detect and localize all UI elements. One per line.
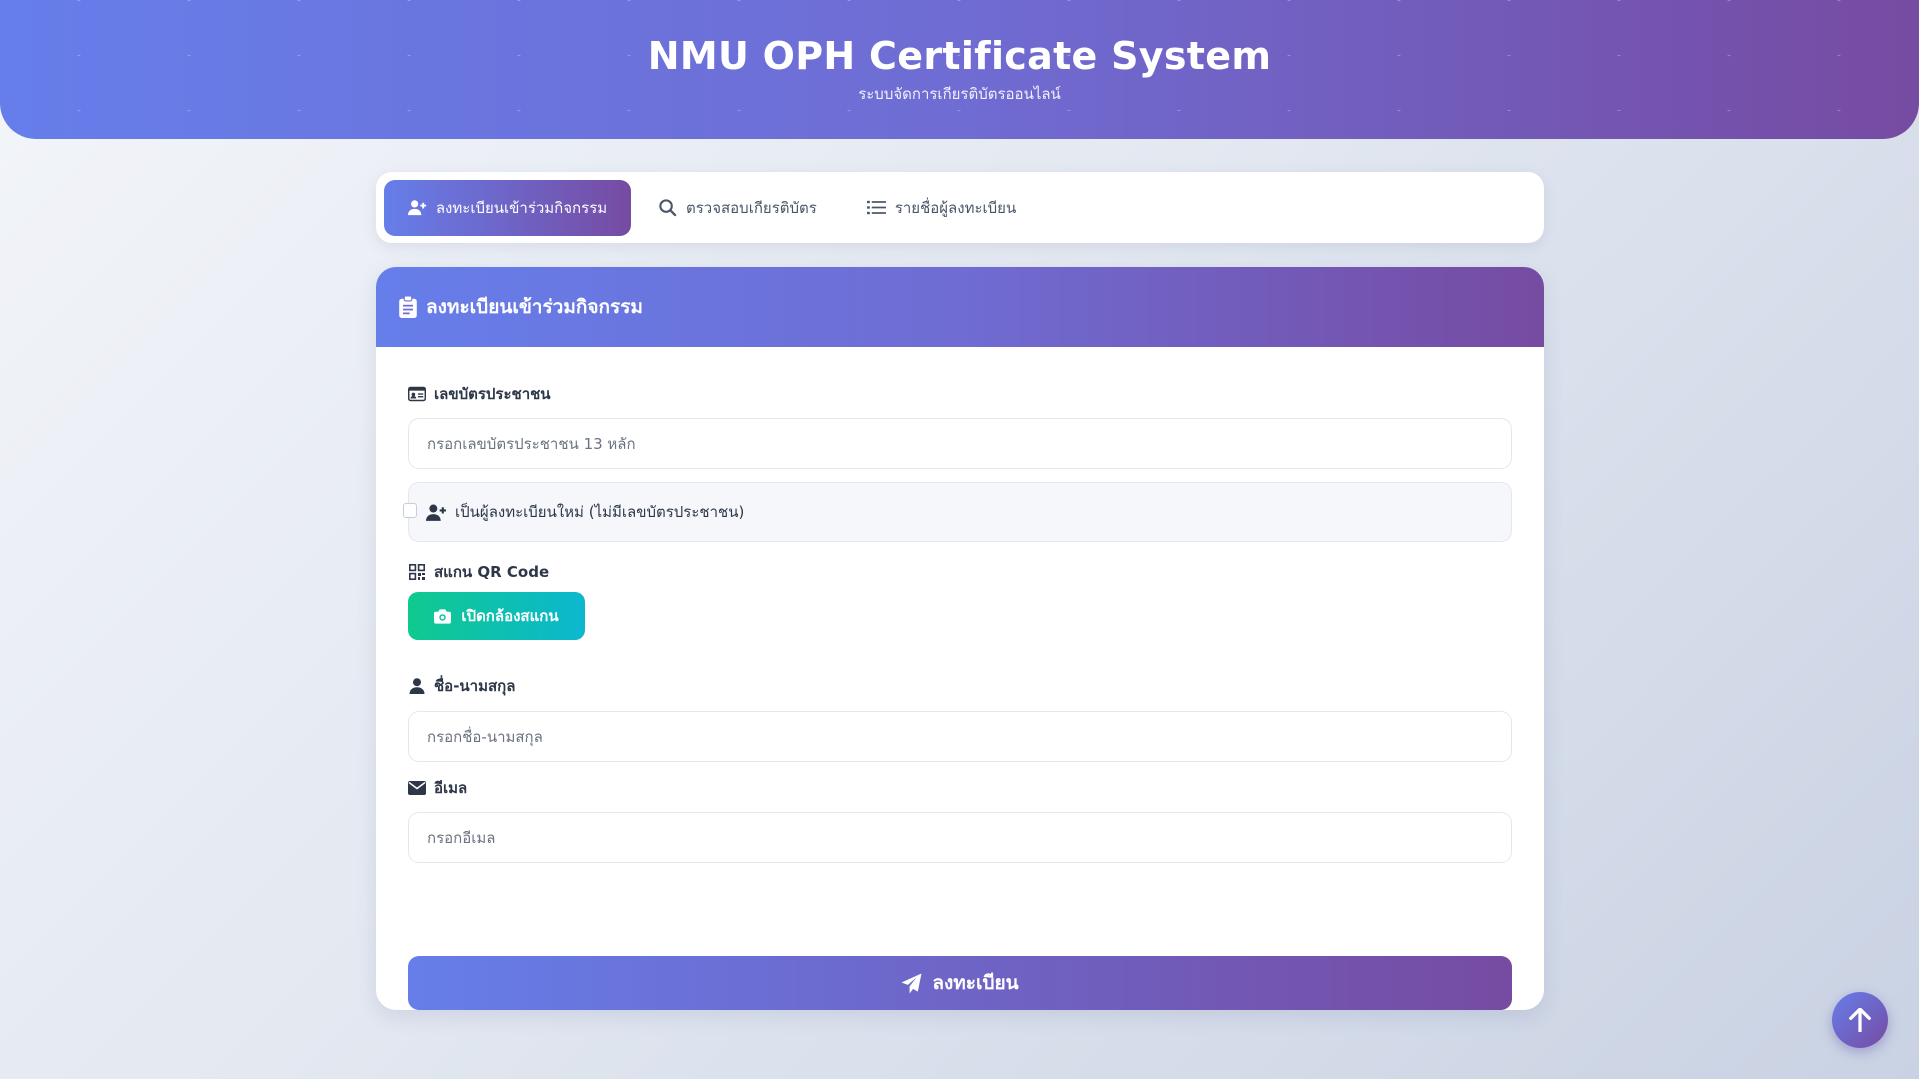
- tab-check-certificate[interactable]: ตรวจสอบเกียรติบัตร: [635, 180, 840, 236]
- card-header: ลงทะเบียนเข้าร่วมกิจกรรม: [376, 267, 1544, 347]
- id-card-icon: [408, 386, 426, 402]
- qr-label: สแกน QR Code: [408, 560, 549, 584]
- id-card-label: เลขบัตรประชาชน: [408, 382, 551, 406]
- registration-card: ลงทะเบียนเข้าร่วมกิจกรรม เลขบัตรประชาชน …: [376, 267, 1544, 1010]
- register-submit-button[interactable]: ลงทะเบียน: [408, 956, 1512, 1010]
- camera-icon: [434, 608, 452, 624]
- new-registrant-option[interactable]: เป็นผู้ลงทะเบียนใหม่ (ไม่มีเลขบัตรประชาช…: [403, 482, 1512, 542]
- name-label-text: ชื่อ-นามสกุล: [434, 677, 516, 695]
- page-subtitle: ระบบจัดการเกียรติบัตรออนไลน์: [858, 85, 1061, 103]
- tab-check-certificate-label: ตรวจสอบเกียรติบัตร: [686, 198, 817, 217]
- qr-label-text: สแกน QR Code: [434, 563, 550, 581]
- qrcode-icon: [409, 564, 426, 580]
- new-registrant-label: เป็นผู้ลงทะเบียนใหม่ (ไม่มีเลขบัตรประชาช…: [455, 503, 745, 521]
- arrow-up-icon: [1849, 1008, 1871, 1032]
- list-icon: [866, 200, 886, 215]
- card-title: ลงทะเบียนเข้าร่วมกิจกรรม: [426, 296, 643, 318]
- open-camera-scan-button[interactable]: เปิดกล้องสแกน: [408, 592, 585, 640]
- email-label-text: อีเมล: [434, 779, 468, 797]
- name-label: ชื่อ-นามสกุล: [408, 674, 515, 698]
- user-plus-icon: [407, 200, 426, 216]
- tab-register-label: ลงทะเบียนเข้าร่วมกิจกรรม: [435, 198, 608, 217]
- tab-registrant-list-label: รายชื่อผู้ลงทะเบียน: [894, 198, 1017, 217]
- clipboard-icon: [399, 296, 417, 318]
- id-card-label-text: เลขบัตรประชาชน: [434, 385, 551, 403]
- new-registrant-checkbox[interactable]: [403, 503, 417, 518]
- tab-register[interactable]: ลงทะเบียนเข้าร่วมกิจกรรม: [384, 179, 631, 236]
- scan-button-label: เปิดกล้องสแกน: [461, 608, 559, 625]
- email-label: อีเมล: [408, 776, 467, 800]
- user-icon: [409, 678, 425, 694]
- tab-bar: ลงทะเบียนเข้าร่วมกิจกรรม ตรวจสอบเกียรติบ…: [376, 172, 1544, 243]
- email-input[interactable]: [408, 812, 1512, 863]
- paper-plane-icon: [901, 973, 922, 993]
- page-header: NMU OPH Certificate System ระบบจัดการเกี…: [0, 0, 1919, 139]
- name-input[interactable]: [408, 711, 1512, 762]
- submit-button-label: ลงทะเบียน: [932, 973, 1019, 994]
- page-title: NMU OPH Certificate System: [647, 34, 1272, 78]
- scroll-to-top-button[interactable]: [1832, 992, 1888, 1048]
- user-plus-icon: [426, 504, 446, 521]
- search-icon: [659, 199, 677, 217]
- tab-registrant-list[interactable]: รายชื่อผู้ลงทะเบียน: [844, 180, 1039, 236]
- envelope-icon: [408, 781, 426, 795]
- id-card-input[interactable]: [408, 418, 1512, 469]
